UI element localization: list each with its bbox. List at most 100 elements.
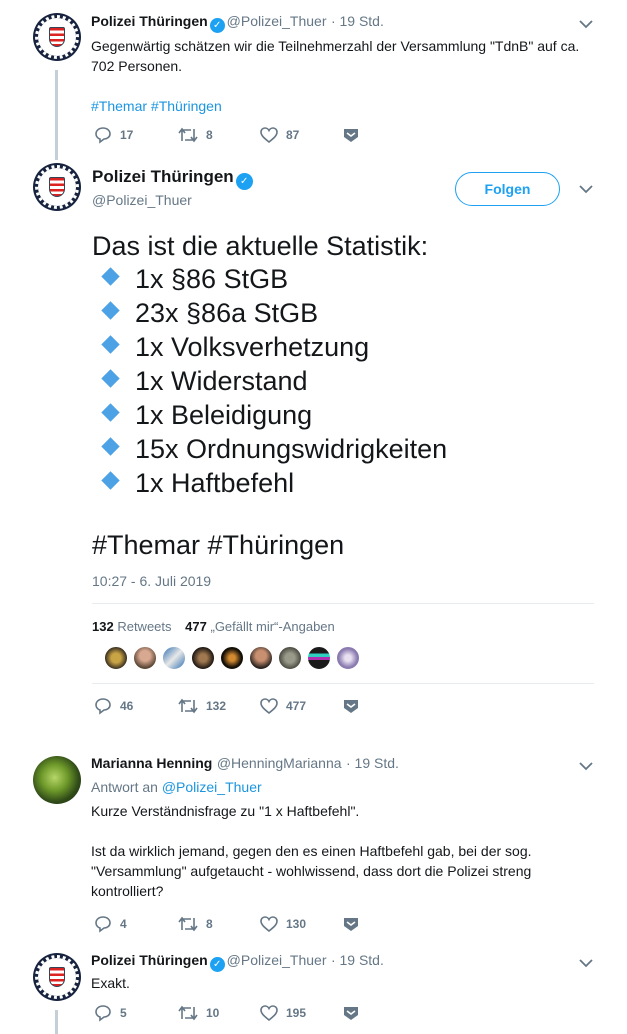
reply-icon xyxy=(95,698,111,715)
thread-line-bottom xyxy=(55,1010,58,1034)
dm-icon[interactable] xyxy=(342,698,360,714)
statistics-item: 23x §86a StGB xyxy=(92,296,447,330)
chevron-down-icon[interactable] xyxy=(578,758,594,774)
like-button[interactable]: 195 xyxy=(260,1005,342,1021)
tweet-time[interactable]: · 19 Std. xyxy=(331,952,384,968)
hashtags[interactable]: #Themar #Thüringen xyxy=(92,528,344,562)
tweet-header: Polizei Thüringen ✓ @Polizei_Thuer · 19 St… xyxy=(91,952,384,972)
reply-icon xyxy=(95,1005,111,1022)
avatar[interactable] xyxy=(33,953,81,1001)
statistics-item: 1x Beleidigung xyxy=(92,398,447,432)
verified-icon: ✓ xyxy=(209,957,225,972)
diamond-icon xyxy=(101,301,120,320)
likers-avatars xyxy=(104,646,365,670)
section-gap xyxy=(0,735,627,743)
divider xyxy=(92,683,594,684)
liker-avatar[interactable] xyxy=(278,646,302,670)
retweet-icon xyxy=(178,127,198,143)
reply-icon xyxy=(95,916,111,933)
dm-icon[interactable] xyxy=(342,916,360,932)
coat-of-arms-icon xyxy=(49,967,65,987)
liker-avatar[interactable] xyxy=(133,646,157,670)
engagement-stats: 132 Retweets 477 „Gefällt mir“-Angaben xyxy=(92,619,335,634)
tweet-text: Gegenwärtig schätzen wir die Teilnehmerz… xyxy=(91,36,601,116)
verified-icon: ✓ xyxy=(235,173,253,190)
like-button[interactable]: 87 xyxy=(260,127,342,143)
statistics-list: 1x §86 StGB 23x §86a StGB 1x Volksverhet… xyxy=(92,262,447,500)
statistics-item: 1x Haftbefehl xyxy=(92,466,447,500)
liker-avatar[interactable] xyxy=(104,646,128,670)
tweet-actions: 4 8 130 xyxy=(94,915,360,933)
author-name[interactable]: Marianna Henning xyxy=(91,755,212,771)
heart-icon xyxy=(260,698,278,714)
reply-icon xyxy=(95,127,111,144)
tweet-timestamp[interactable]: 10:27 - 6. Juli 2019 xyxy=(92,573,211,589)
tweet-header: Marianna Henning @HenningMarianna · 19 S… xyxy=(91,755,399,773)
liker-avatar[interactable] xyxy=(220,646,244,670)
retweet-icon xyxy=(178,698,198,714)
diamond-icon xyxy=(101,267,120,286)
chevron-down-icon[interactable] xyxy=(578,955,594,971)
diamond-icon xyxy=(101,369,120,388)
liker-avatar[interactable] xyxy=(191,646,215,670)
liker-avatar[interactable] xyxy=(336,646,360,670)
dm-icon[interactable] xyxy=(342,127,360,143)
tweet-time[interactable]: · 19 Std. xyxy=(331,13,384,29)
liker-avatar[interactable] xyxy=(162,646,186,670)
tweet-actions: 17 8 87 xyxy=(94,126,360,144)
dm-icon[interactable] xyxy=(342,1005,360,1021)
statistics-item: 1x §86 StGB xyxy=(92,262,447,296)
reply-button[interactable]: 46 xyxy=(94,697,178,715)
author-handle[interactable]: @Polizei_Thuer xyxy=(92,192,192,208)
thread-line-top xyxy=(55,70,58,160)
author-name[interactable]: Polizei Thüringen xyxy=(91,952,208,968)
author-handle[interactable]: @Polizei_Thuer xyxy=(227,952,327,968)
follow-button[interactable]: Folgen xyxy=(455,172,560,206)
statistics-item: 1x Volksverhetzung xyxy=(92,330,447,364)
tweet-actions: 5 10 195 xyxy=(94,1004,360,1022)
chevron-down-icon[interactable] xyxy=(578,16,594,32)
heart-icon xyxy=(260,1005,278,1021)
reply-button[interactable]: 4 xyxy=(94,915,178,933)
diamond-icon xyxy=(101,403,120,422)
tweet-text: Kurze Verständnisfrage zu "1 x Haftbefeh… xyxy=(91,803,532,899)
author-handle[interactable]: @Polizei_Thuer xyxy=(227,13,327,29)
main-tweet-header: Polizei Thüringen ✓ xyxy=(92,167,255,190)
tweet-header: Polizei Thüringen ✓ @Polizei_Thuer · 19 St… xyxy=(91,13,384,33)
statistics-item: 1x Widerstand xyxy=(92,364,447,398)
verified-icon: ✓ xyxy=(209,18,225,33)
diamond-icon xyxy=(101,471,120,490)
hashtags[interactable]: #Themar #Thüringen xyxy=(91,96,601,116)
reply-to-link[interactable]: @Polizei_Thuer xyxy=(162,779,262,795)
avatar[interactable] xyxy=(33,13,81,61)
statistics-intro: Das ist die aktuelle Statistik: xyxy=(92,231,429,261)
reply-button[interactable]: 17 xyxy=(94,126,178,144)
chevron-down-icon[interactable] xyxy=(578,181,594,197)
tweet-actions: 46 132 477 xyxy=(94,697,360,715)
statistics-item: 15x Ordnungswidrigkeiten xyxy=(92,432,447,466)
retweet-button[interactable]: 132 xyxy=(178,698,260,714)
liker-avatar[interactable] xyxy=(307,646,331,670)
like-button[interactable]: 130 xyxy=(260,916,342,932)
reply-button[interactable]: 5 xyxy=(94,1004,178,1022)
author-name[interactable]: Polizei Thüringen xyxy=(92,167,234,186)
diamond-icon xyxy=(101,335,120,354)
author-name[interactable]: Polizei Thüringen xyxy=(91,13,208,29)
avatar[interactable] xyxy=(33,756,81,804)
retweet-button[interactable]: 8 xyxy=(178,916,260,932)
author-handle[interactable]: @HenningMarianna xyxy=(217,755,342,771)
coat-of-arms-icon xyxy=(49,177,65,197)
retweet-icon xyxy=(178,916,198,932)
retweet-button[interactable]: 8 xyxy=(178,127,260,143)
tweet-text: Exakt. xyxy=(91,975,130,991)
liker-avatar[interactable] xyxy=(249,646,273,670)
divider xyxy=(92,603,594,604)
avatar[interactable] xyxy=(33,163,81,211)
reply-context: Antwort an @Polizei_Thuer xyxy=(91,779,262,795)
like-button[interactable]: 477 xyxy=(260,698,342,714)
heart-icon xyxy=(260,916,278,932)
tweet-time[interactable]: · 19 Std. xyxy=(346,755,399,771)
diamond-icon xyxy=(101,437,120,456)
retweet-button[interactable]: 10 xyxy=(178,1005,260,1021)
coat-of-arms-icon xyxy=(49,27,65,47)
